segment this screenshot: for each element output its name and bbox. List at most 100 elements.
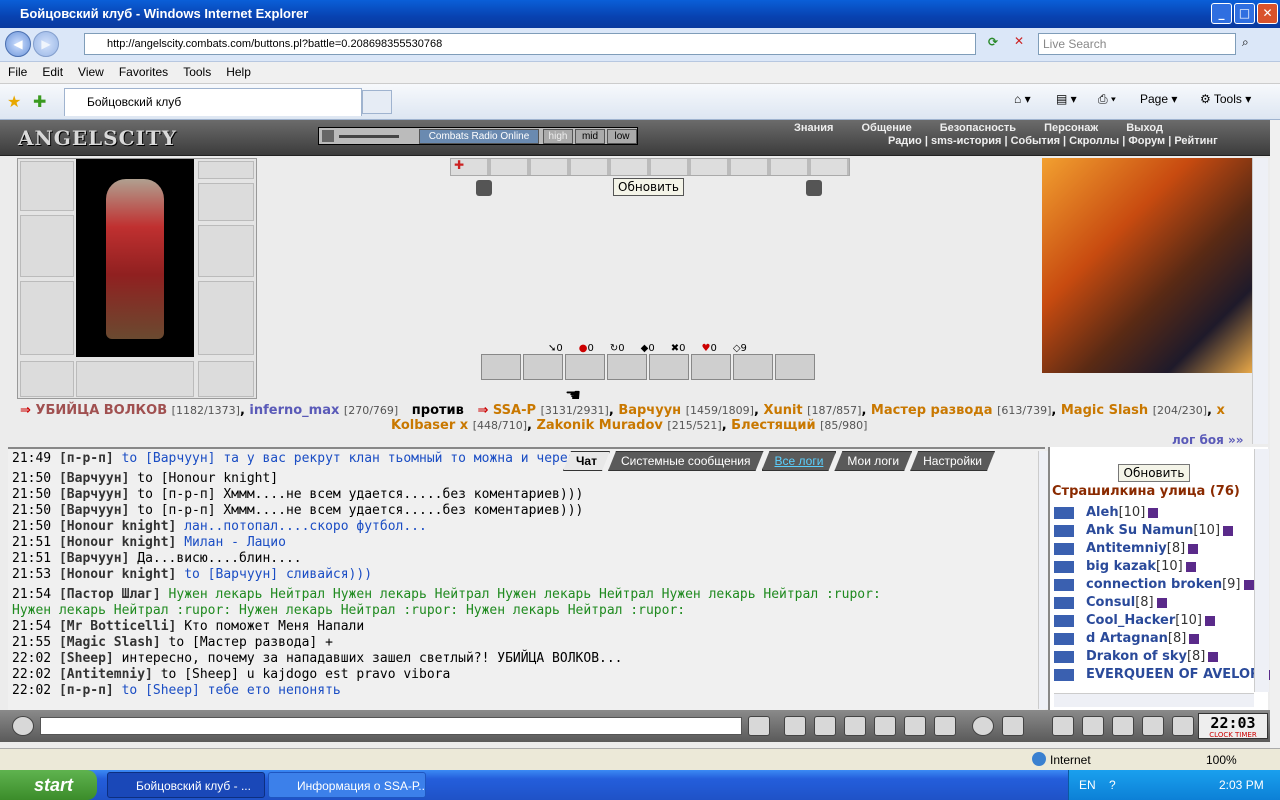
- maximize-button[interactable]: □: [1234, 3, 1255, 24]
- task-combats[interactable]: Бойцовский клуб - ...: [107, 772, 265, 798]
- menu-view[interactable]: View: [70, 62, 111, 79]
- info-icon[interactable]: [1243, 579, 1254, 590]
- tab-chat[interactable]: Чат: [563, 451, 610, 471]
- fighter-name[interactable]: Zakonik Muradov: [536, 418, 662, 433]
- close-button[interactable]: ✕: [1257, 3, 1278, 24]
- armor-slot[interactable]: [20, 281, 74, 355]
- smiley-icon[interactable]: [972, 716, 994, 736]
- tab-settings[interactable]: Настройки: [910, 451, 995, 471]
- private-message-icon[interactable]: [1054, 650, 1074, 663]
- tab-active[interactable]: Бойцовский клуб: [64, 88, 362, 116]
- private-message-icon[interactable]: [1054, 560, 1074, 573]
- fighter-name[interactable]: x: [1216, 403, 1224, 418]
- new-tab-button[interactable]: [362, 90, 392, 114]
- private-message-icon[interactable]: [1054, 632, 1074, 645]
- chat-nick[interactable]: [Варчуун]: [59, 551, 129, 566]
- user-name[interactable]: big kazak: [1086, 559, 1156, 574]
- nav-communication[interactable]: Общение: [861, 122, 911, 134]
- online-user[interactable]: Aleh[10]: [1054, 505, 1159, 520]
- radio-low[interactable]: low: [607, 129, 637, 144]
- chat-nick[interactable]: [Honour knight]: [59, 519, 176, 534]
- battle-log-link[interactable]: лог боя »»: [1172, 433, 1244, 447]
- belt-slot[interactable]: [20, 361, 74, 397]
- action-slot-row[interactable]: [450, 158, 850, 176]
- helmet-icon[interactable]: [1002, 716, 1024, 736]
- user-name[interactable]: Aleh: [1086, 505, 1119, 520]
- fighter-name[interactable]: SSA-P: [493, 403, 536, 418]
- online-refresh-button[interactable]: Обновить: [1118, 464, 1190, 482]
- nav-knowledge[interactable]: Знания: [794, 122, 833, 134]
- eraser-icon[interactable]: [784, 716, 806, 736]
- nav-security[interactable]: Безопасность: [940, 122, 1016, 134]
- add-favorite-icon[interactable]: ✚: [33, 92, 46, 111]
- zoom-level[interactable]: 100%: [1206, 753, 1237, 767]
- address-input[interactable]: http://angelscity.combats.com/buttons.pl…: [84, 33, 976, 55]
- radio-high[interactable]: high: [543, 129, 573, 144]
- scroll-icon[interactable]: [1082, 716, 1104, 736]
- chat-input[interactable]: [40, 717, 742, 735]
- feeds-icon[interactable]: ▤ ▾: [1056, 92, 1077, 106]
- chat-nick[interactable]: [п-р-п]: [59, 451, 114, 466]
- fighter-name[interactable]: Xunit: [763, 403, 802, 418]
- game-sub-nav[interactable]: Радио | sms-история | События | Скроллы …: [888, 135, 1218, 147]
- online-user[interactable]: connection broken[9]: [1054, 577, 1254, 592]
- radio-station[interactable]: Combats Radio Online: [419, 129, 539, 144]
- chat-nick[interactable]: [Magic Slash]: [59, 635, 161, 650]
- online-user[interactable]: Antitemniy[8]: [1054, 541, 1199, 556]
- forward-icon[interactable]: ▶: [33, 31, 59, 57]
- battle-scrollbar[interactable]: [1252, 158, 1268, 444]
- chat-nick[interactable]: [Antitemniy]: [59, 667, 153, 682]
- fighter-name[interactable]: Magic Slash: [1061, 403, 1148, 418]
- filter-icon[interactable]: [814, 716, 836, 736]
- chat-nick[interactable]: [Honour knight]: [59, 567, 176, 582]
- boots-slot[interactable]: [198, 361, 254, 397]
- radio-mid[interactable]: mid: [575, 129, 605, 144]
- fighter-name[interactable]: inferno_max: [249, 403, 339, 418]
- shield-slot[interactable]: [198, 225, 254, 277]
- home-icon[interactable]: ⌂ ▾: [1014, 92, 1031, 106]
- private-message-icon[interactable]: [1054, 506, 1074, 519]
- page-scrollbar[interactable]: [1270, 120, 1280, 748]
- exit-icon[interactable]: [1172, 716, 1194, 736]
- nav-exit[interactable]: Выход: [1126, 122, 1163, 134]
- user-name[interactable]: EVERQUEEN OF AVELOR: [1086, 667, 1260, 682]
- info-icon[interactable]: [1208, 651, 1219, 662]
- info-icon[interactable]: [1185, 561, 1196, 572]
- info-icon[interactable]: [1189, 633, 1200, 644]
- play-icon[interactable]: [322, 130, 334, 142]
- private-message-icon[interactable]: [1054, 614, 1074, 627]
- chat-nick[interactable]: [Пастор Шлаг]: [59, 587, 161, 602]
- chat-nick[interactable]: [Варчуун]: [59, 487, 129, 502]
- online-scrollbar[interactable]: [1254, 449, 1269, 692]
- info-icon[interactable]: [1223, 525, 1234, 536]
- private-message-icon[interactable]: [1054, 596, 1074, 609]
- search-icon[interactable]: ⌕: [1242, 35, 1249, 50]
- menu-edit[interactable]: Edit: [34, 62, 70, 79]
- fighter-name[interactable]: Варчуун: [618, 403, 681, 418]
- online-user[interactable]: EVERQUEEN OF AVELOR: [1054, 667, 1274, 682]
- online-user[interactable]: big kazak[10]: [1054, 559, 1196, 574]
- favorites-star-icon[interactable]: ★: [7, 92, 21, 111]
- online-user[interactable]: Cool_Hacker[10]: [1054, 613, 1215, 628]
- chat-nick[interactable]: [Honour knight]: [59, 535, 176, 550]
- start-button[interactable]: start: [0, 770, 97, 800]
- volume-slider[interactable]: [339, 135, 399, 138]
- search-input[interactable]: Live Search: [1038, 33, 1236, 55]
- minimize-button[interactable]: _: [1211, 3, 1232, 24]
- online-user[interactable]: Drakon of sky[8]: [1054, 649, 1219, 664]
- back-icon[interactable]: ◀: [5, 31, 31, 57]
- private-message-icon[interactable]: [1054, 542, 1074, 555]
- chat-nick[interactable]: [Sheep]: [59, 651, 114, 666]
- amulet-slots[interactable]: [76, 361, 194, 397]
- help-icon[interactable]: ?: [1109, 778, 1116, 792]
- weapon-slot[interactable]: [20, 215, 74, 277]
- user-name[interactable]: Drakon of sky: [1086, 649, 1187, 664]
- user-name[interactable]: Consul: [1086, 595, 1135, 610]
- private-message-icon[interactable]: [1054, 524, 1074, 537]
- private-message-icon[interactable]: [1054, 578, 1074, 591]
- speaker-icon[interactable]: [12, 716, 34, 736]
- page-menu[interactable]: Page ▾: [1140, 92, 1177, 106]
- chat-nick[interactable]: [Варчуун]: [59, 471, 129, 486]
- info-icon[interactable]: [1188, 543, 1199, 554]
- gloves-slot[interactable]: [198, 183, 254, 221]
